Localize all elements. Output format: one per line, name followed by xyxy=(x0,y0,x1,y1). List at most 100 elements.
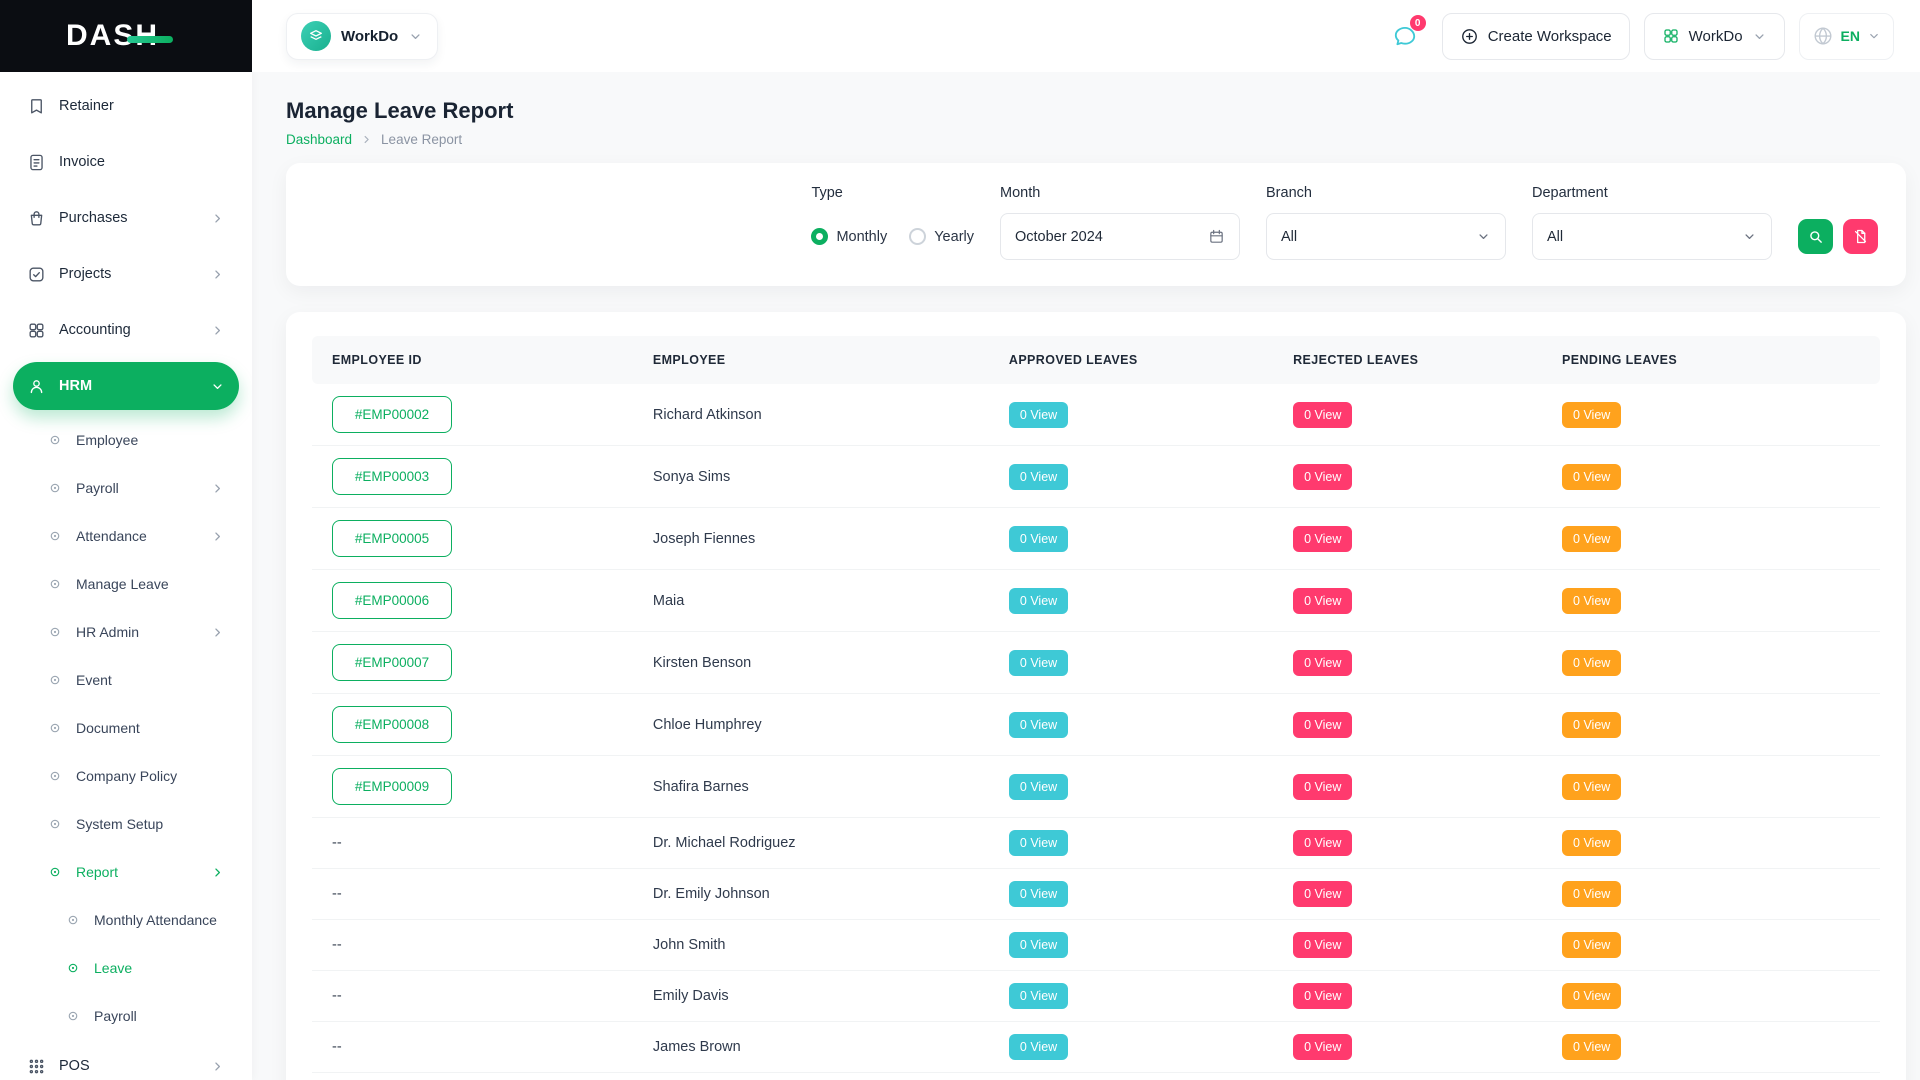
rejected-leaves-badge[interactable]: 0 View xyxy=(1293,774,1352,800)
sidebar-item-purchases[interactable]: Purchases xyxy=(13,194,239,242)
employee-id-chip[interactable]: #EMP00006 xyxy=(332,582,452,619)
pending-leaves-badge[interactable]: 0 View xyxy=(1562,588,1621,614)
sidebar-item-retainer[interactable]: Retainer xyxy=(13,82,239,130)
pending-leaves-badge[interactable]: 0 View xyxy=(1562,932,1621,958)
pending-leaves-badge[interactable]: 0 View xyxy=(1562,464,1621,490)
approved-leaves-badge[interactable]: 0 View xyxy=(1009,650,1068,676)
rejected-leaves-badge[interactable]: 0 View xyxy=(1293,881,1352,907)
rejected-leaves-badge[interactable]: 0 View xyxy=(1293,983,1352,1009)
filter-type-group: Type MonthlyYearly xyxy=(811,185,974,260)
sidebar-item-monthly-attendance[interactable]: Monthly Attendance xyxy=(13,898,239,942)
radio-yearly[interactable]: Yearly xyxy=(909,228,974,245)
employee-id-chip[interactable]: #EMP00003 xyxy=(332,458,452,495)
rejected-leaves-badge[interactable]: 0 View xyxy=(1293,1034,1352,1060)
pending-leaves-badge[interactable]: 0 View xyxy=(1562,830,1621,856)
pending-leaves-badge[interactable]: 0 View xyxy=(1562,650,1621,676)
sidebar-item-label: Payroll xyxy=(94,1008,137,1024)
table-row: #EMP00008Chloe Humphrey0 View0 View0 Vie… xyxy=(312,694,1880,756)
sidebar-item-manage-leave[interactable]: Manage Leave xyxy=(13,562,239,606)
pending-leaves-badge[interactable]: 0 View xyxy=(1562,774,1621,800)
approved-leaves-badge[interactable]: 0 View xyxy=(1009,983,1068,1009)
brand-logo[interactable]: DASH xyxy=(0,0,252,72)
approved-leaves-badge[interactable]: 0 View xyxy=(1009,774,1068,800)
projects-icon xyxy=(27,265,46,284)
sidebar-item-hr-admin[interactable]: HR Admin xyxy=(13,610,239,654)
rejected-leaves-badge[interactable]: 0 View xyxy=(1293,464,1352,490)
radio-monthly[interactable]: Monthly xyxy=(811,228,887,245)
dot-circle-icon xyxy=(47,528,63,544)
table-row: --Dr. Michael Rodriguez0 View0 View0 Vie… xyxy=(312,818,1880,869)
workspace-menu-button[interactable]: WorkDo xyxy=(1644,13,1785,60)
pending-leaves-badge[interactable]: 0 View xyxy=(1562,1034,1621,1060)
approved-leaves-badge[interactable]: 0 View xyxy=(1009,526,1068,552)
approved-leaves-badge[interactable]: 0 View xyxy=(1009,1034,1068,1060)
approved-leaves-badge[interactable]: 0 View xyxy=(1009,830,1068,856)
radio-label: Monthly xyxy=(836,229,887,245)
rejected-leaves-badge[interactable]: 0 View xyxy=(1293,588,1352,614)
pending-leaves-badge[interactable]: 0 View xyxy=(1562,983,1621,1009)
sidebar-item-pos[interactable]: POS xyxy=(13,1042,239,1080)
language-code: EN xyxy=(1841,28,1860,44)
language-selector[interactable]: EN xyxy=(1799,13,1894,60)
employee-id-chip[interactable]: #EMP00008 xyxy=(332,706,452,743)
sidebar-item-hrm[interactable]: HRM xyxy=(13,362,239,410)
chevron-down-icon xyxy=(1867,29,1881,43)
month-value: October 2024 xyxy=(1015,229,1103,245)
rejected-leaves-badge[interactable]: 0 View xyxy=(1293,712,1352,738)
sidebar-item-document[interactable]: Document xyxy=(13,706,239,750)
reset-filter-button[interactable] xyxy=(1843,219,1878,254)
messages-button[interactable]: 0 xyxy=(1382,13,1428,59)
branch-select[interactable]: All xyxy=(1266,213,1506,260)
sidebar-item-label: Company Policy xyxy=(76,768,177,784)
sidebar-item-attendance[interactable]: Attendance xyxy=(13,514,239,558)
pending-leaves-badge[interactable]: 0 View xyxy=(1562,881,1621,907)
sidebar-item-company-policy[interactable]: Company Policy xyxy=(13,754,239,798)
sidebar-item-label: Accounting xyxy=(59,322,131,338)
sidebar-item-system-setup[interactable]: System Setup xyxy=(13,802,239,846)
sidebar-item-event[interactable]: Event xyxy=(13,658,239,702)
approved-leaves-badge[interactable]: 0 View xyxy=(1009,464,1068,490)
dot-circle-icon xyxy=(47,672,63,688)
employee-id-chip[interactable]: #EMP00009 xyxy=(332,768,452,805)
sidebar-item-payroll[interactable]: Payroll xyxy=(13,466,239,510)
pending-leaves-badge[interactable]: 0 View xyxy=(1562,402,1621,428)
dot-circle-icon xyxy=(65,1008,81,1024)
rejected-leaves-badge[interactable]: 0 View xyxy=(1293,650,1352,676)
sidebar-item-projects[interactable]: Projects xyxy=(13,250,239,298)
department-select[interactable]: All xyxy=(1532,213,1772,260)
workspace-selector[interactable]: WorkDo xyxy=(286,13,438,60)
sidebar-item-accounting[interactable]: Accounting xyxy=(13,306,239,354)
pending-leaves-badge[interactable]: 0 View xyxy=(1562,712,1621,738)
rejected-leaves-badge[interactable]: 0 View xyxy=(1293,932,1352,958)
pending-leaves-badge[interactable]: 0 View xyxy=(1562,526,1621,552)
approved-leaves-badge[interactable]: 0 View xyxy=(1009,588,1068,614)
rejected-leaves-badge[interactable]: 0 View xyxy=(1293,830,1352,856)
sidebar-item-label: Employee xyxy=(76,432,138,448)
sidebar-item-employee[interactable]: Employee xyxy=(13,418,239,462)
rejected-leaves-badge[interactable]: 0 View xyxy=(1293,526,1352,552)
employee-id-chip[interactable]: #EMP00002 xyxy=(332,396,452,433)
approved-leaves-badge[interactable]: 0 View xyxy=(1009,712,1068,738)
create-workspace-label: Create Workspace xyxy=(1488,28,1612,45)
approved-leaves-badge[interactable]: 0 View xyxy=(1009,881,1068,907)
rejected-leaves-badge[interactable]: 0 View xyxy=(1293,402,1352,428)
approved-leaves-badge[interactable]: 0 View xyxy=(1009,932,1068,958)
sidebar-item-report[interactable]: Report xyxy=(13,850,239,894)
employee-id-chip[interactable]: #EMP00007 xyxy=(332,644,452,681)
filter-month-group: Month October 2024 xyxy=(1000,185,1240,260)
sidebar-item-leave[interactable]: Leave xyxy=(13,946,239,990)
search-button[interactable] xyxy=(1798,219,1833,254)
breadcrumb-dashboard-link[interactable]: Dashboard xyxy=(286,132,352,147)
chevron-right-icon xyxy=(210,323,225,338)
month-input[interactable]: October 2024 xyxy=(1000,213,1240,260)
branch-label: Branch xyxy=(1266,185,1506,201)
workspace-avatar-icon xyxy=(301,21,331,51)
approved-leaves-badge[interactable]: 0 View xyxy=(1009,402,1068,428)
month-label: Month xyxy=(1000,185,1240,201)
sidebar-item-label: Monthly Attendance xyxy=(94,912,217,928)
sidebar-item-invoice[interactable]: Invoice xyxy=(13,138,239,186)
create-workspace-button[interactable]: Create Workspace xyxy=(1442,13,1630,60)
employee-name: Joseph Fiennes xyxy=(653,531,1009,547)
sidebar-item-payroll[interactable]: Payroll xyxy=(13,994,239,1038)
employee-id-chip[interactable]: #EMP00005 xyxy=(332,520,452,557)
